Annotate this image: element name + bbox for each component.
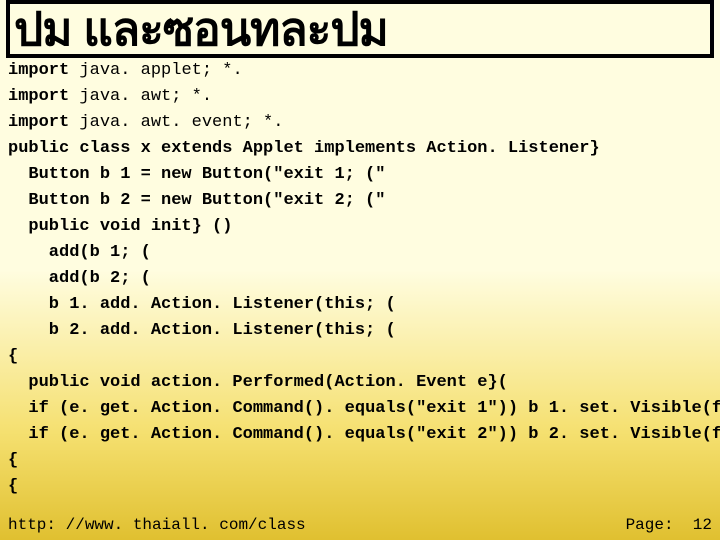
code-segment: b 2. add. Action. Listener(this; ( [8,321,396,340]
code-block: import java. applet; *.import java. awt;… [8,58,712,500]
code-segment: import [8,87,79,106]
code-line: import java. applet; *. [8,58,712,84]
code-line: add(b 1; ( [8,240,712,266]
code-segment: Button b 1 = new Button("exit 1; (" [8,165,385,184]
code-segment: (e. get. Action. Command(). equals("exit… [59,425,720,444]
code-line: { [8,448,712,474]
code-segment: b 1. add. Action. Listener(this; ( [8,295,396,314]
code-segment: java. awt. event; *. [79,113,283,132]
code-segment: { [8,477,18,496]
code-segment: add(b 1; ( [8,243,151,262]
code-line: if (e. get. Action. Command(). equals("e… [8,396,712,422]
code-segment: if [8,399,59,418]
code-segment: Button b 2 = new Button("exit 2; (" [8,191,385,210]
code-line: b 1. add. Action. Listener(this; ( [8,292,712,318]
footer-url: http: //www. thaiall. com/class [8,516,306,534]
code-line: import java. awt; *. [8,84,712,110]
code-line: add(b 2; ( [8,266,712,292]
code-line: b 2. add. Action. Listener(this; ( [8,318,712,344]
code-segment: public class x extends Applet implements… [8,139,600,158]
code-line: { [8,474,712,500]
code-segment: import [8,61,79,80]
code-segment: java. awt; *. [79,87,212,106]
code-segment: java. applet; *. [79,61,242,80]
code-line: { [8,344,712,370]
code-segment: import [8,113,79,132]
code-line: public void init} () [8,214,712,240]
code-line: if (e. get. Action. Command(). equals("e… [8,422,712,448]
code-line: import java. awt. event; *. [8,110,712,136]
code-line: Button b 2 = new Button("exit 2; (" [8,188,712,214]
code-segment: public void init} () [8,217,232,236]
footer: http: //www. thaiall. com/class Page: 12 [8,514,712,536]
title-box: ปม และซอนทละปม [6,0,714,58]
footer-page: Page: 12 [626,516,712,534]
code-segment: { [8,347,18,366]
code-line: public class x extends Applet implements… [8,136,712,162]
code-segment: public void action. Performed(Action. Ev… [8,373,508,392]
code-line: Button b 1 = new Button("exit 1; (" [8,162,712,188]
slide-title: ปม และซอนทละปม [14,0,388,66]
code-segment: (e. get. Action. Command(). equals("exit… [59,399,720,418]
code-segment: if [8,425,59,444]
code-segment: add(b 2; ( [8,269,151,288]
code-line: public void action. Performed(Action. Ev… [8,370,712,396]
code-segment: { [8,451,18,470]
